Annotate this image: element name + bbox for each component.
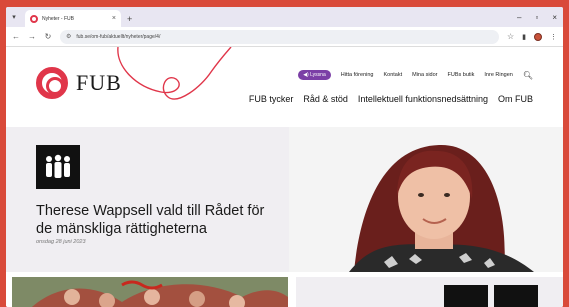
red-thread-decoration <box>117 47 232 100</box>
group-people-icon <box>36 145 80 189</box>
util-link-inre-ringen[interactable]: Inre Ringen <box>484 72 512 78</box>
bookmark-star-icon[interactable]: ☆ <box>507 32 514 41</box>
close-tab-icon[interactable]: × <box>112 15 116 22</box>
hero-article[interactable]: Therese Wappsell vald till Rådet för de … <box>6 127 563 272</box>
profile-avatar[interactable] <box>534 32 542 41</box>
reload-icon[interactable]: ↻ <box>44 32 52 41</box>
secondary-article-card[interactable] <box>296 277 563 307</box>
site-info-icon[interactable]: ⚙ <box>66 33 71 40</box>
browser-window: ▾ Nyheter - FUB × + – ▫ × ← → ↻ ⚙ fub.se… <box>6 7 563 307</box>
nav-rad-och-stod[interactable]: Råd & stöd <box>303 94 348 104</box>
browser-toolbar: ← → ↻ ⚙ fub.se/om-fub/aktuellt/nyheter/p… <box>6 27 563 47</box>
back-icon[interactable]: ← <box>12 32 20 41</box>
tab-title: Nyheter - FUB <box>42 15 74 22</box>
hero-text-panel: Therese Wappsell vald till Rådet för de … <box>6 127 288 272</box>
fub-logo-ring-icon <box>36 67 68 99</box>
group-photo-card[interactable] <box>12 277 288 307</box>
sidepanel-icon[interactable]: ▮ <box>522 33 526 41</box>
address-bar[interactable]: ⚙ fub.se/om-fub/aktuellt/nyheter/page/4/ <box>60 29 499 44</box>
minimize-button[interactable]: – <box>517 13 521 22</box>
lower-cards <box>6 277 563 307</box>
forward-icon[interactable]: → <box>28 32 36 41</box>
fub-favicon-icon <box>30 14 38 23</box>
util-link-kontakt[interactable]: Kontakt <box>383 72 402 78</box>
search-icon[interactable]: 🔍︎ <box>523 71 533 80</box>
article-date: onsdag 28 juni 2023 <box>36 239 86 245</box>
nav-fub-tycker[interactable]: FUB tycker <box>249 94 294 104</box>
tab-strip: ▾ Nyheter - FUB × + – ▫ × <box>6 7 563 27</box>
close-window-button[interactable]: × <box>552 13 557 22</box>
main-nav: FUB tycker Råd & stöd Intellektuell funk… <box>249 94 533 104</box>
nav-intellektuell-funktionsnedsattning[interactable]: Intellektuell funktionsnedsättning <box>358 94 488 104</box>
util-link-hitta-forening[interactable]: Hitta förening <box>341 72 374 78</box>
util-link-fubs-butik[interactable]: FUBs butik <box>448 72 475 78</box>
group-people-icon <box>494 285 538 307</box>
tab-nyheter[interactable]: Nyheter - FUB × <box>25 10 121 27</box>
logo-text: FUB <box>76 70 122 95</box>
article-headline[interactable]: Therese Wappsell vald till Rådet för de … <box>36 202 276 238</box>
listen-button[interactable]: ◀) Lyssna <box>298 70 331 80</box>
site-header: FUB ◀) Lyssna Hitta förening Kontakt Min… <box>6 47 563 129</box>
menu-kebab-icon[interactable]: ⋮ <box>550 33 557 41</box>
window-controls: – ▫ × <box>517 7 557 27</box>
url-text: fub.se/om-fub/aktuellt/nyheter/page/4/ <box>76 33 161 40</box>
portrait-photo <box>289 127 563 272</box>
util-link-mina-sidor[interactable]: Mina sidor <box>412 72 437 78</box>
utility-nav: ◀) Lyssna Hitta förening Kontakt Mina si… <box>298 70 533 80</box>
maximize-button[interactable]: ▫ <box>535 13 538 22</box>
tab-search-icon[interactable]: ▾ <box>6 7 22 27</box>
person-icon <box>444 285 488 307</box>
nav-om-fub[interactable]: Om FUB <box>498 94 533 104</box>
fub-logo[interactable]: FUB <box>36 67 122 99</box>
new-tab-button[interactable]: + <box>127 10 132 27</box>
